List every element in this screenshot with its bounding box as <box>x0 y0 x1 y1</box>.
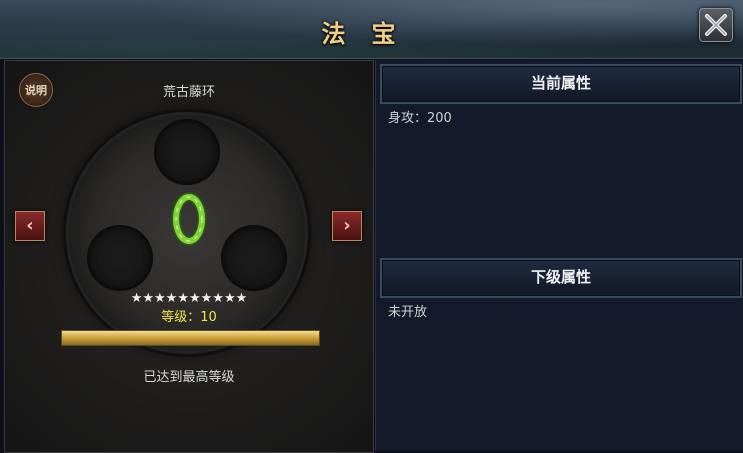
close-icon <box>705 14 727 36</box>
current-attribute-value: 身攻：200 <box>388 111 452 126</box>
next-attribute-value: 未开放 <box>388 305 428 320</box>
level-progress-fill <box>62 331 319 345</box>
slot-left <box>87 225 153 291</box>
prev-arrow-button[interactable]: ‹ <box>15 211 45 241</box>
slot-top <box>154 119 220 185</box>
slot-right <box>221 225 287 291</box>
max-level-text: 已达到最高等级 <box>143 370 235 385</box>
next-attributes-header: 下级属性 <box>380 258 742 298</box>
attributes-panel: 当前属性 身攻：200 下级属性 未开放 <box>375 60 743 451</box>
star-rating: ★★★★★★★★★★ <box>130 291 248 306</box>
window-title: 法宝 <box>321 19 422 48</box>
treasure-display-panel: 说明 荒古藤环 ‹ › ★★★★★★★★★★ 等级：10 已达到最高等级 <box>4 60 374 453</box>
level-text: 等级：10 <box>161 310 217 325</box>
current-attributes-header: 当前属性 <box>380 64 742 104</box>
close-button[interactable] <box>699 8 733 42</box>
item-name: 荒古藤环 <box>162 85 215 100</box>
next-arrow-button[interactable]: › <box>332 211 362 241</box>
vine-ring-icon[interactable] <box>169 189 209 249</box>
level-progress-bar <box>61 330 320 346</box>
title-bar: 法宝 <box>0 0 743 59</box>
